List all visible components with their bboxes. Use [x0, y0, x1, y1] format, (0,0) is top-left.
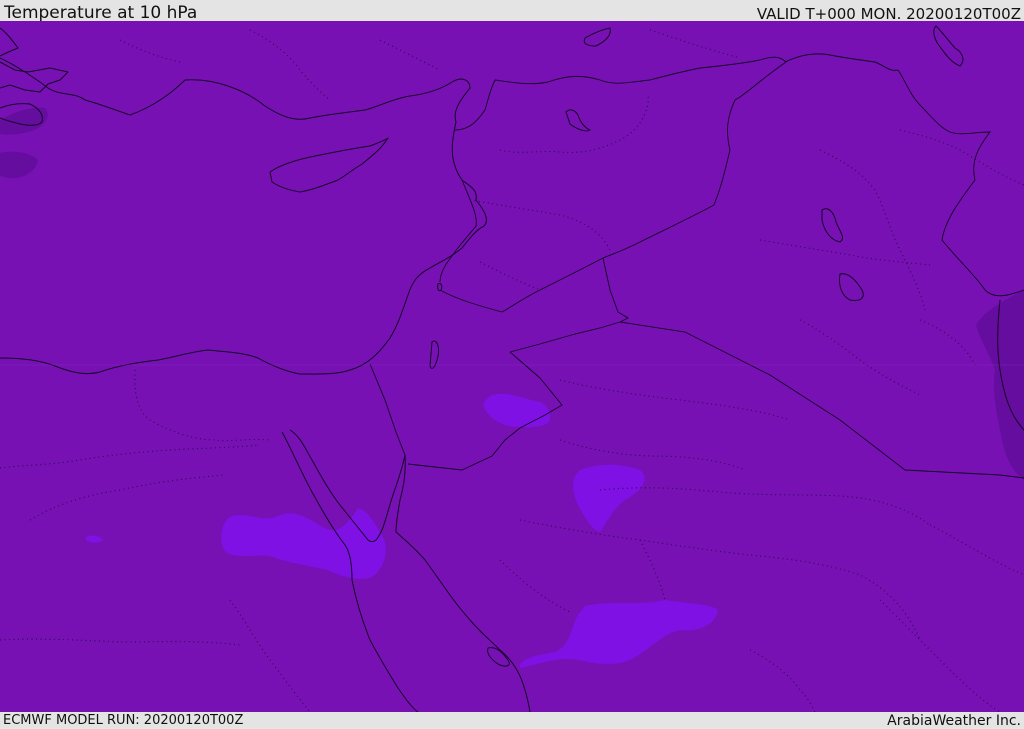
map-background	[0, 21, 1024, 712]
temperature-map	[0, 21, 1024, 712]
header-bar: Temperature at 10 hPa VALID T+000 MON. 2…	[0, 0, 1024, 23]
credit-text: ArabiaWeather Inc.	[887, 713, 1021, 729]
map-title: Temperature at 10 hPa	[4, 3, 198, 23]
weather-map-page: Temperature at 10 hPa VALID T+000 MON. 2…	[0, 0, 1024, 729]
model-run: ECMWF MODEL RUN: 20200120T00Z	[3, 713, 244, 728]
footer-bar: ECMWF MODEL RUN: 20200120T00Z ArabiaWeat…	[0, 712, 1024, 729]
